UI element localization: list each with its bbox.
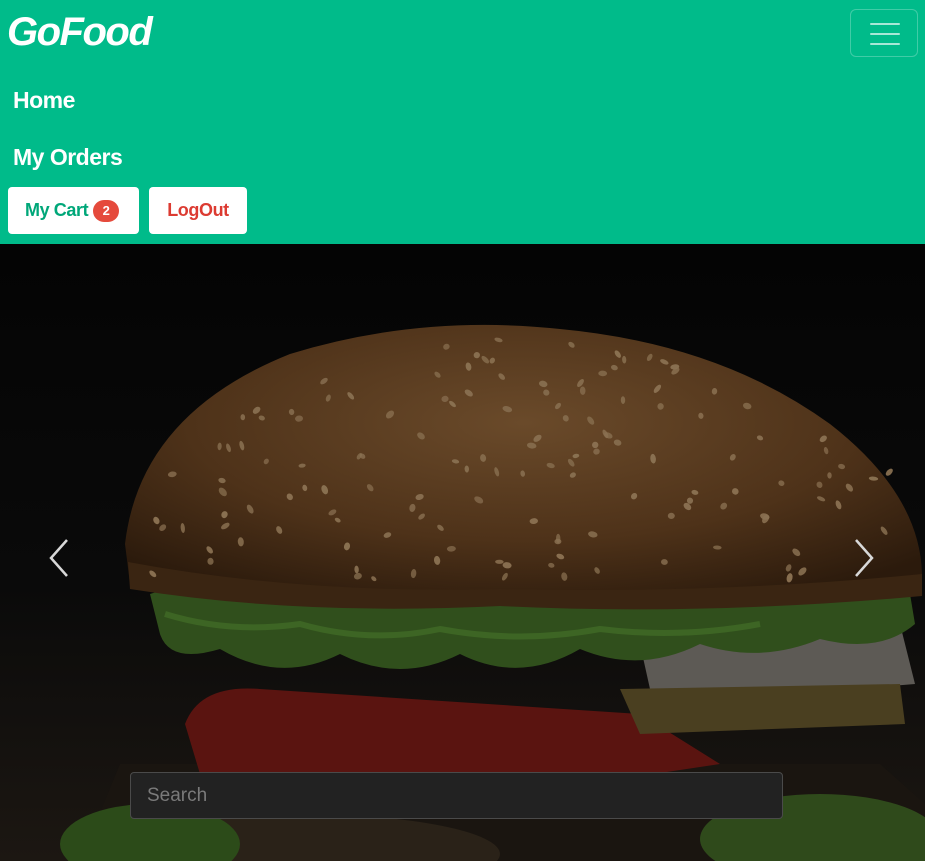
hamburger-menu-icon-line (870, 43, 900, 45)
hero-carousel (0, 244, 925, 861)
search-input[interactable] (130, 772, 783, 819)
hamburger-menu-icon (870, 23, 900, 25)
brand-logo[interactable]: GoFood (7, 9, 153, 55)
carousel-prev-button[interactable] (47, 538, 71, 578)
my-cart-button[interactable]: My Cart 2 (8, 187, 139, 234)
carousel-next-button[interactable] (852, 538, 876, 578)
navbar-toggle-button[interactable] (850, 9, 918, 57)
chevron-left-icon (49, 539, 68, 577)
nav-link-my-orders[interactable]: My Orders (13, 143, 123, 171)
my-cart-label: My Cart (25, 200, 89, 220)
hamburger-menu-icon-line (870, 33, 900, 35)
navbar: GoFood Home My Orders My Cart 2 LogOut (0, 0, 925, 244)
cart-count-badge: 2 (93, 199, 120, 222)
burger-image (0, 244, 925, 861)
chevron-right-icon (855, 539, 874, 577)
logout-button[interactable]: LogOut (149, 187, 247, 234)
nav-link-home[interactable]: Home (13, 86, 75, 114)
